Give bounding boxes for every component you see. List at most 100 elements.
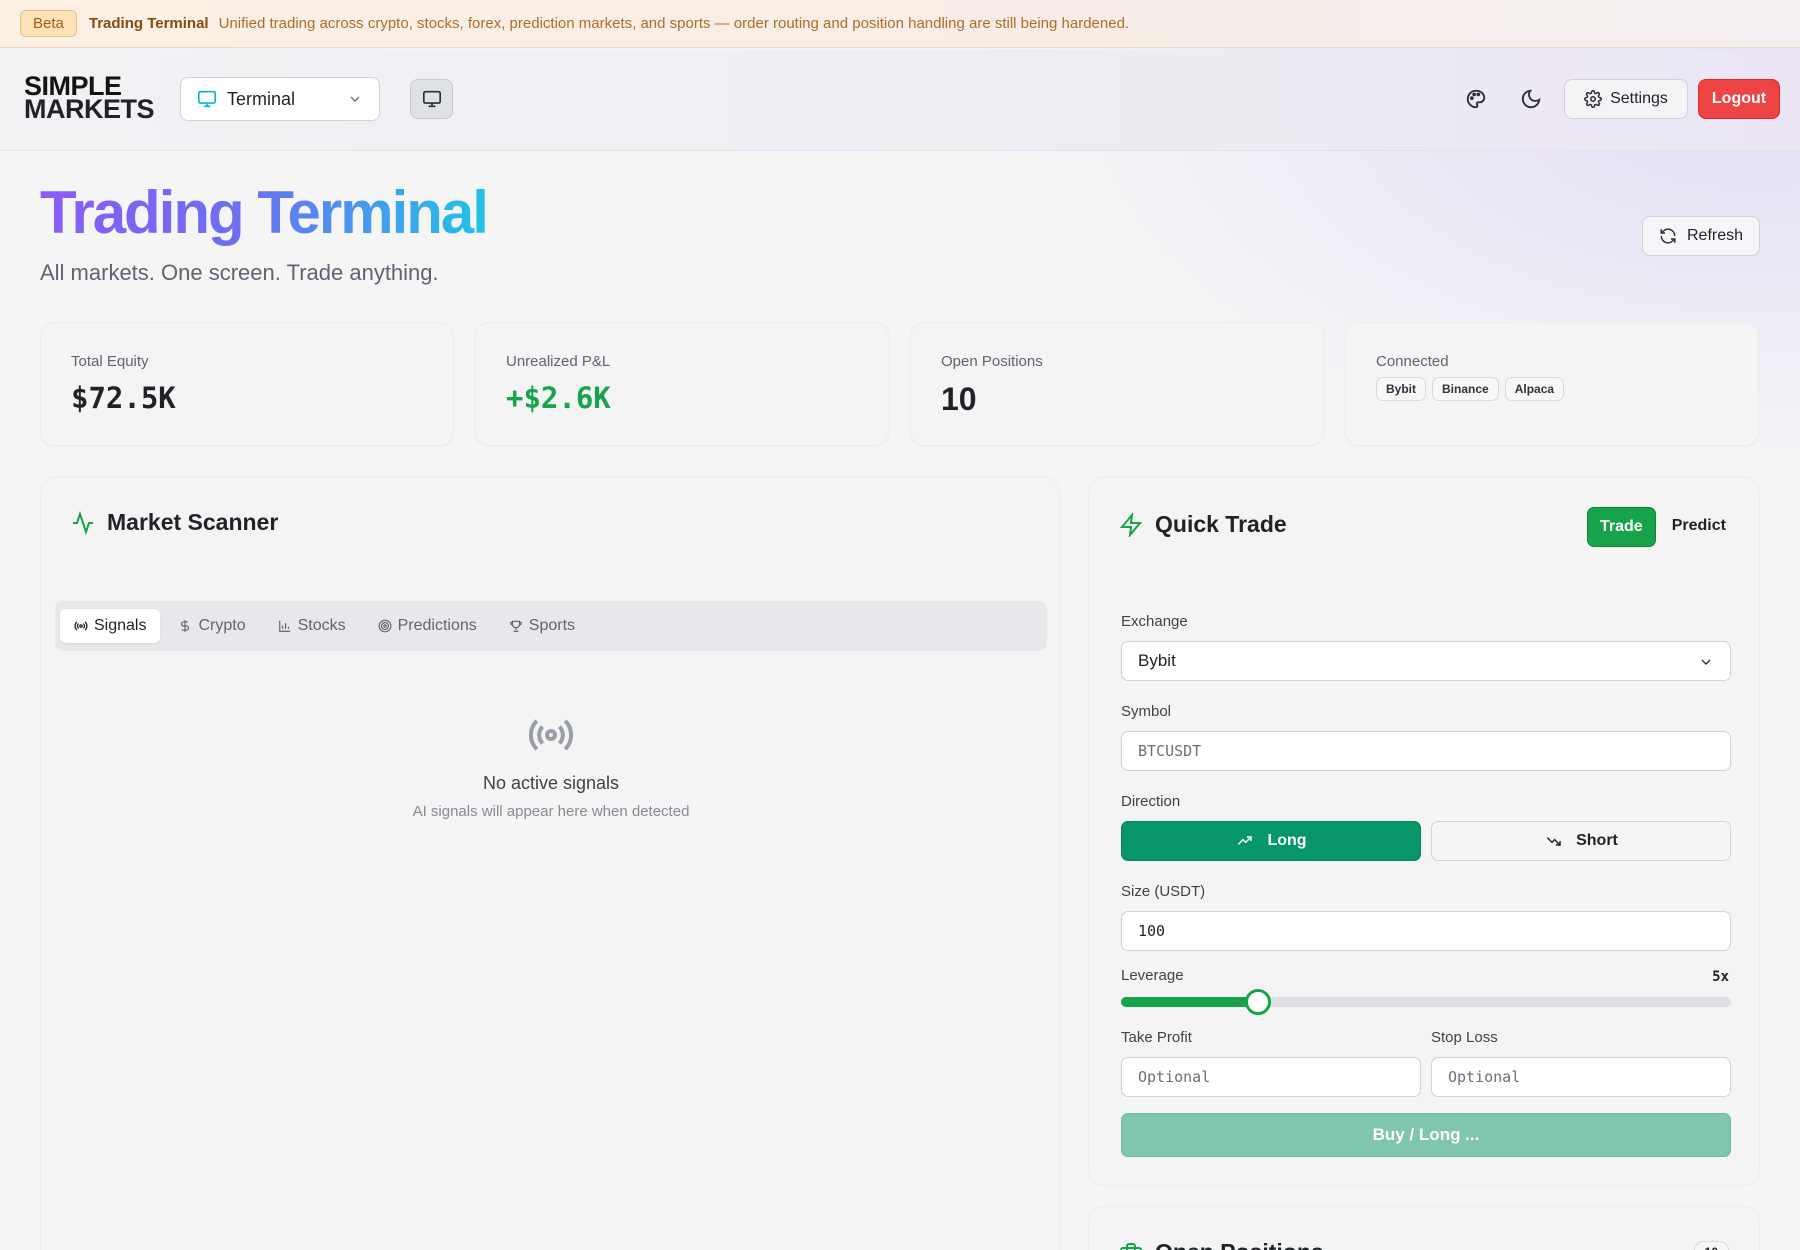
empty-state-subtitle: AI signals will appear here when detecte…: [412, 803, 690, 820]
dark-mode-button[interactable]: [1518, 86, 1544, 112]
tab-signals[interactable]: Signals: [60, 609, 161, 643]
panel-title: Open Positions: [1155, 1239, 1324, 1250]
exchange-label: Exchange: [1121, 613, 1188, 630]
beta-badge: Beta: [20, 10, 77, 37]
leverage-slider[interactable]: [1121, 989, 1731, 1015]
tab-stocks[interactable]: Stocks: [264, 609, 360, 643]
app-header: SIMPLE MARKETS Terminal Settings Logout: [0, 49, 1800, 151]
long-label: Long: [1267, 832, 1307, 849]
stat-card-pnl: Unrealized P&L +$2.6K: [475, 322, 889, 446]
symbol-placeholder: BTCUSDT: [1138, 742, 1202, 760]
stop-loss-input[interactable]: Optional: [1431, 1057, 1731, 1097]
take-profit-label: Take Profit: [1121, 1029, 1192, 1046]
exchange-chip: Bybit: [1376, 377, 1426, 401]
banner-message: Unified trading across crypto, stocks, f…: [218, 15, 1130, 32]
radio-icon: [527, 711, 575, 759]
monitor-icon: [197, 90, 217, 108]
trending-up-icon: [1235, 833, 1255, 849]
scanner-tabs: Signals Crypto Stocks Predictions Sports: [55, 601, 1047, 651]
size-value: 100: [1138, 922, 1166, 940]
dollar-icon: [178, 619, 192, 633]
app-logo[interactable]: SIMPLE MARKETS: [24, 73, 155, 125]
size-label: Size (USDT): [1121, 883, 1206, 900]
stat-label: Unrealized P&L: [506, 353, 611, 370]
tab-predictions[interactable]: Predictions: [364, 609, 491, 643]
size-input[interactable]: 100: [1121, 911, 1731, 951]
logo-line2: MARKETS: [24, 94, 155, 124]
short-label: Short: [1576, 832, 1618, 849]
exchange-chip: Alpaca: [1504, 377, 1565, 401]
empty-state-title: No active signals: [482, 773, 620, 793]
empty-state-icon: [41, 711, 1061, 759]
take-profit-input[interactable]: Optional: [1121, 1057, 1421, 1097]
trade-mode-toggle: Trade Predict: [1587, 507, 1738, 547]
mode-select[interactable]: Terminal: [180, 77, 380, 121]
stat-card-equity: Total Equity $72.5K: [40, 322, 454, 446]
tab-label: Sports: [528, 617, 576, 634]
palette-icon: [1465, 88, 1487, 110]
open-positions-panel: Open Positions 10: [1088, 1206, 1760, 1250]
submit-order-button[interactable]: Buy / Long ...: [1121, 1113, 1731, 1157]
target-icon: [378, 619, 392, 633]
display-toggle-button[interactable]: [410, 79, 453, 119]
activity-icon: [71, 510, 95, 535]
quick-trade-panel: Quick Trade Trade Predict Exchange Bybit…: [1088, 476, 1760, 1186]
mode-select-value: Terminal: [227, 88, 296, 109]
stat-card-positions: Open Positions 10: [910, 322, 1324, 446]
tab-label: Stocks: [297, 617, 346, 634]
refresh-label: Refresh: [1686, 227, 1744, 244]
page-title: Trading Terminal: [40, 179, 489, 246]
stop-loss-placeholder: Optional: [1448, 1068, 1521, 1086]
predict-mode-button[interactable]: Predict: [1660, 507, 1738, 547]
bar-chart-icon: [278, 619, 292, 633]
trade-mode-button[interactable]: Trade: [1587, 507, 1656, 547]
briefcase-icon: [1119, 1241, 1143, 1250]
tab-crypto[interactable]: Crypto: [164, 609, 259, 643]
long-button[interactable]: Long: [1121, 821, 1421, 861]
stat-label: Connected: [1376, 353, 1449, 370]
positions-count-badge: 10: [1693, 1241, 1729, 1250]
symbol-label: Symbol: [1121, 703, 1172, 720]
panel-title: Market Scanner: [107, 509, 279, 535]
panel-title: Quick Trade: [1155, 511, 1287, 537]
stat-card-connected: Connected Bybit Binance Alpaca: [1345, 322, 1759, 446]
settings-button[interactable]: Settings: [1564, 79, 1688, 119]
chevron-down-icon: [347, 91, 363, 112]
tab-label: Crypto: [198, 617, 246, 634]
lightning-icon: [1119, 512, 1143, 537]
refresh-icon: [1659, 227, 1677, 245]
tab-label: Predictions: [397, 617, 477, 634]
leverage-value: 5x: [1712, 969, 1729, 985]
radio-icon: [74, 619, 88, 633]
refresh-button[interactable]: Refresh: [1642, 216, 1760, 256]
moon-icon: [1520, 88, 1542, 110]
leverage-slider-fill: [1121, 997, 1259, 1007]
stop-loss-label: Stop Loss: [1431, 1029, 1498, 1046]
leverage-slider-thumb[interactable]: [1245, 989, 1272, 1015]
theme-palette-button[interactable]: [1463, 86, 1489, 112]
exchange-select[interactable]: Bybit: [1121, 641, 1731, 681]
short-button[interactable]: Short: [1431, 821, 1731, 861]
stat-value-pnl: +$2.6K: [506, 381, 611, 415]
connected-exchanges: Bybit Binance Alpaca: [1376, 377, 1565, 401]
take-profit-placeholder: Optional: [1138, 1068, 1211, 1086]
banner-title: Trading Terminal: [88, 15, 209, 32]
market-scanner-panel: Market Scanner Signals Crypto Stocks Pre…: [40, 476, 1060, 1250]
trending-down-icon: [1544, 833, 1564, 849]
logout-button[interactable]: Logout: [1698, 79, 1780, 119]
tab-sports[interactable]: Sports: [495, 609, 589, 643]
chevron-down-icon: [1698, 654, 1714, 675]
tab-label: Signals: [94, 617, 147, 634]
leverage-label: Leverage: [1121, 967, 1184, 984]
symbol-input[interactable]: BTCUSDT: [1121, 731, 1731, 771]
page-subtitle: All markets. One screen. Trade anything.: [40, 260, 439, 285]
trophy-icon: [509, 619, 523, 633]
stat-value-equity: $72.5K: [71, 381, 176, 415]
settings-label: Settings: [1610, 90, 1668, 107]
exchange-select-value: Bybit: [1138, 651, 1176, 670]
monitor-icon: [422, 90, 442, 108]
stat-value-positions: 10: [941, 381, 977, 417]
beta-banner: Beta Trading Terminal Unified trading ac…: [0, 0, 1800, 48]
gear-icon: [1584, 90, 1603, 108]
stat-label: Total Equity: [71, 353, 149, 370]
